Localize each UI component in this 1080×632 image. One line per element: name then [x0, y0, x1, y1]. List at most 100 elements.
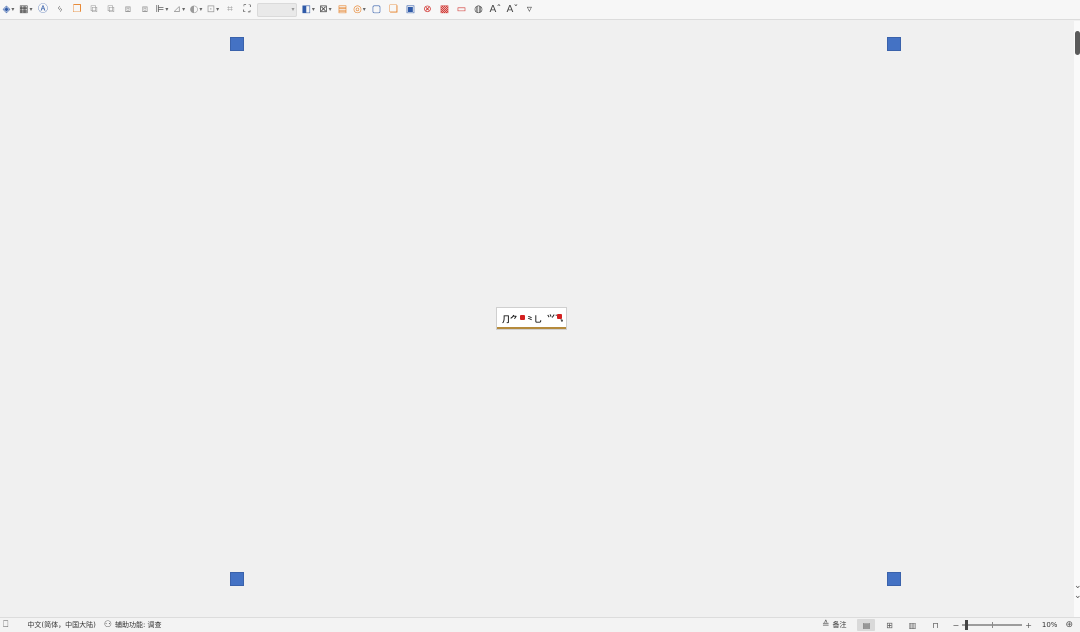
- align-icon: ⊫: [155, 3, 165, 15]
- send-to-back-icon: ⧈: [141, 3, 149, 15]
- notes-icon: ≙: [821, 620, 830, 630]
- frame-border-button[interactable]: ▢: [370, 2, 383, 18]
- outline-icon: ◍: [474, 3, 483, 15]
- filter-button[interactable]: ◎ ▾: [353, 2, 366, 18]
- ink-stroke: ⺆⺈: [502, 314, 518, 324]
- calligraphy-image[interactable]: ⺆⺈ ⺀⺃ ⺍⺄: [496, 307, 567, 330]
- accessibility-status[interactable]: 辅助功能: 调查: [115, 620, 162, 630]
- frame-icon: ⛶: [243, 3, 251, 15]
- shapes-button[interactable]: ◈ ▾: [2, 2, 15, 18]
- normal-view-icon[interactable]: ▤: [857, 619, 876, 631]
- send-to-back-button[interactable]: ⧈: [138, 2, 151, 18]
- wrap-icon: ◐: [189, 3, 199, 15]
- crop-button[interactable]: ⌗: [223, 2, 236, 18]
- arrange-icon: ⊿: [172, 3, 182, 15]
- reading-view-icon[interactable]: ⊓: [926, 619, 944, 631]
- properties-icon: ❏: [388, 3, 398, 15]
- chevron-down-icon[interactable]: ▾: [182, 6, 185, 13]
- accessibility-icon: ⚇: [103, 620, 112, 630]
- image-base-strip: [497, 327, 566, 329]
- color-fill-icon: ◧: [301, 3, 311, 15]
- filter-icon: ◎: [353, 3, 362, 15]
- outline-button[interactable]: ◍: [472, 2, 485, 18]
- textbox-icon: Ⓐ: [37, 3, 48, 15]
- send-backward-button[interactable]: ⧉: [104, 2, 117, 18]
- rotate-button[interactable]: ▭: [455, 2, 468, 18]
- zoom-out-button[interactable]: −: [952, 621, 959, 630]
- zoom-in-button[interactable]: +: [1025, 621, 1032, 630]
- crop-icon: ⌗: [227, 3, 233, 15]
- chevron-down-icon[interactable]: ▾: [216, 6, 219, 13]
- properties-button[interactable]: ❏: [387, 2, 400, 18]
- vertical-scrollbar[interactable]: ⌄ ⌄: [1074, 21, 1080, 617]
- scroll-down-icon[interactable]: ⌄ ⌄: [1074, 581, 1080, 605]
- grow-font-button[interactable]: Aˆ: [489, 2, 502, 18]
- transparency-icon: ▣: [405, 3, 416, 15]
- page-icon[interactable]: ⎕: [3, 620, 8, 630]
- chevron-down-icon[interactable]: ▾: [291, 6, 294, 13]
- status-bar: ⎕ 中文(简体，中国大陆) ⚇ 辅助功能: 调查 ≙ 备注 ▤ ⊞ ▥ ⊓ − …: [0, 617, 1080, 632]
- more-button[interactable]: ▿: [523, 2, 536, 18]
- compress-button[interactable]: ▩: [438, 2, 451, 18]
- shrink-font-button[interactable]: Aˇ: [506, 2, 519, 18]
- insert-image-button[interactable]: ❐: [70, 2, 83, 18]
- chevron-down-icon[interactable]: ▾: [312, 6, 315, 13]
- image-icon: ❐: [72, 3, 82, 15]
- shrink-font-icon: Aˇ: [506, 3, 519, 15]
- highlight-button[interactable]: ▤: [336, 2, 349, 18]
- frame-button[interactable]: ⛶: [240, 2, 253, 18]
- chevron-down-icon[interactable]: ▾: [199, 6, 202, 13]
- table-button[interactable]: ▦ ▾: [19, 2, 32, 18]
- shapes-icon: ◈: [2, 3, 11, 15]
- bring-to-front-button[interactable]: ⧈: [121, 2, 134, 18]
- selection-handle-top-right[interactable]: [887, 37, 901, 51]
- reset-icon: ⊗: [423, 3, 432, 15]
- outline-view-icon[interactable]: ⊞: [880, 619, 898, 631]
- ink-stroke: ⺀⺃: [526, 314, 542, 324]
- align-button[interactable]: ⊫ ▾: [155, 2, 169, 18]
- fit-slide-icon[interactable]: ⊕: [1065, 620, 1073, 630]
- zoom-slider-center-tick: [992, 622, 994, 628]
- grow-font-icon: Aˆ: [489, 3, 502, 15]
- slide-sorter-icon[interactable]: ▥: [903, 619, 921, 631]
- red-seal: [557, 314, 562, 319]
- selection-handle-top-left[interactable]: [230, 37, 244, 51]
- red-seal: [520, 315, 525, 320]
- bring-forward-icon: ⧉: [90, 3, 98, 15]
- language-status[interactable]: 中文(简体，中国大陆): [27, 620, 95, 630]
- bring-forward-button[interactable]: ⧉: [87, 2, 100, 18]
- zoom-slider-knob[interactable]: [964, 620, 968, 630]
- color-button[interactable]: ◧ ▾: [301, 2, 314, 18]
- fontwork-button[interactable]: ᛃ: [53, 2, 66, 18]
- chevron-down-icon[interactable]: ▾: [329, 6, 332, 13]
- reset-button[interactable]: ⊗: [421, 2, 434, 18]
- fontwork-icon: ᛃ: [56, 3, 63, 15]
- selection-handle-bottom-left[interactable]: [230, 572, 244, 586]
- chevron-down-icon[interactable]: ▾: [29, 6, 32, 13]
- chevron-down-icon[interactable]: ▾: [363, 6, 366, 13]
- selection-handle-bottom-right[interactable]: [887, 572, 901, 586]
- text-wrap-icon: ⊠: [319, 3, 328, 15]
- style-combo[interactable]: ▾: [257, 2, 298, 17]
- bring-to-front-icon: ⧈: [124, 3, 132, 15]
- wrap-button[interactable]: ◐ ▾: [189, 2, 203, 18]
- slide-canvas[interactable]: ⺆⺈ ⺀⺃ ⺍⺄: [0, 21, 1074, 617]
- chevron-down-icon[interactable]: ▾: [11, 6, 14, 13]
- arrange-button[interactable]: ⊿ ▾: [172, 2, 185, 18]
- table-icon: ▦: [19, 3, 29, 15]
- scrollbar-thumb[interactable]: [1075, 31, 1080, 55]
- highlight-icon: ▤: [337, 3, 348, 15]
- zoom-slider[interactable]: [962, 620, 1023, 630]
- group-button[interactable]: ⊡ ▾: [206, 2, 219, 18]
- transparency-button[interactable]: ▣: [404, 2, 417, 18]
- notes-button[interactable]: 备注: [832, 620, 846, 630]
- textbox-button[interactable]: Ⓐ: [36, 2, 49, 18]
- drawing-toolbar: ◈ ▾ ▦ ▾ Ⓐ ᛃ ❐ ⧉ ⧉ ⧈ ⧈ ⊫ ▾ ⊿ ▾ ◐ ▾ ⊡ ▾ ⌗ ⛶ ▾ ◧ ▾ ⊠ ▾ ▤ ◎ ▾ ▢ ❏ ▣ ⊗ ▩ ▭ ◍ Aˆ Aˇ…: [0, 0, 1080, 20]
- chevron-down-icon[interactable]: ▾: [165, 6, 168, 13]
- frame-border-icon: ▢: [371, 3, 382, 15]
- send-backward-icon: ⧉: [107, 3, 115, 15]
- group-icon: ⊡: [206, 3, 216, 15]
- zoom-level[interactable]: 10%: [1042, 621, 1058, 629]
- more-icon: ▿: [526, 3, 532, 15]
- text-wrap-button[interactable]: ⊠ ▾: [319, 2, 332, 18]
